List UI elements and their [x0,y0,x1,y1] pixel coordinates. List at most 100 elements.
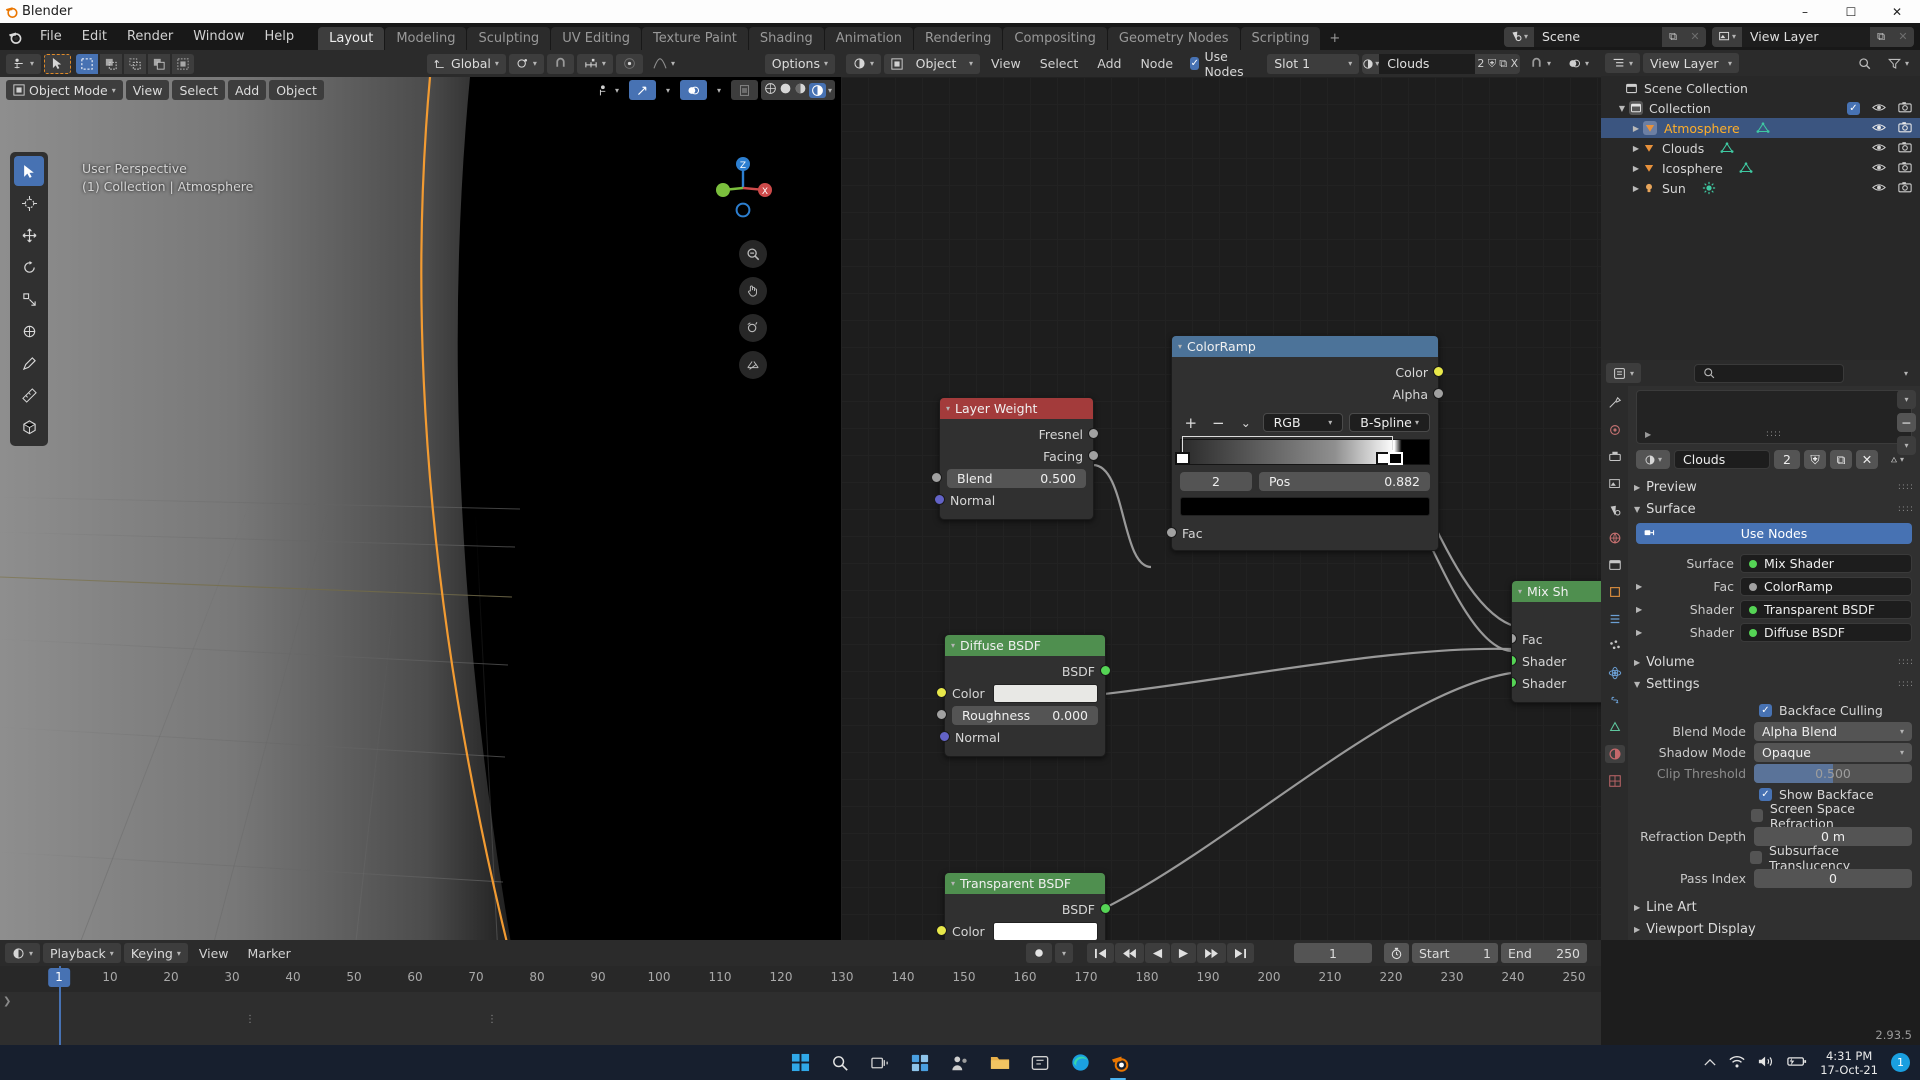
start-icon[interactable] [787,1050,813,1076]
viewlayer-selector[interactable]: ▾ View Layer ⧉ ✕ [1712,26,1914,47]
socket-mix-shader-1[interactable] [1512,655,1517,666]
grip-icon[interactable]: :::: [1898,657,1914,667]
wifi-icon[interactable] [1729,1055,1745,1071]
tab-geometry-nodes[interactable]: Geometry Nodes [1107,27,1240,50]
screen-space-refraction-checkbox[interactable] [1750,809,1763,822]
socket-mix-fac[interactable] [1512,633,1517,644]
shader1-value[interactable]: Transparent BSDF [1740,600,1912,619]
section-settings[interactable]: ▼ Settings :::: [1628,673,1920,695]
scene-unlink-button[interactable]: ✕ [1684,26,1706,47]
expand-icon[interactable]: ▼ [1615,104,1629,113]
jump-to-start-button[interactable] [1087,943,1114,963]
diffuse-color-swatch[interactable] [992,683,1098,703]
colorramp-menu-button[interactable]: ⌄ [1235,416,1257,430]
expand-icon[interactable]: ▶ [1629,164,1643,173]
proportional-falloff-selector[interactable]: ▾ [646,54,682,74]
menu-edit[interactable]: Edit [72,23,117,50]
menu-render[interactable]: Render [117,23,183,50]
node-transparent-bsdf[interactable]: ▾ Transparent BSDF BSDF Color [936,872,1111,940]
taskbar-clock[interactable]: 4:31 PM 17-Oct-21 [1820,1049,1878,1077]
select-intersect-icon[interactable] [172,53,195,74]
blender-icon[interactable] [1107,1050,1133,1080]
material-icon[interactable]: ▾ [1362,53,1380,74]
tab-rendering[interactable]: Rendering [914,27,1003,50]
section-preview[interactable]: ▶ Preview :::: [1628,476,1920,498]
select-extend-icon[interactable] [100,53,123,74]
shader2-value[interactable]: Diffuse BSDF [1740,623,1912,642]
hide-eye-icon[interactable] [1872,101,1886,116]
node-menu-add[interactable]: Add [1089,56,1129,71]
outliner-row-collection[interactable]: ▼ Collection ✓ [1601,98,1920,118]
node-collapse-icon[interactable]: ▾ [951,641,955,650]
viewport-menu-select[interactable]: Select [172,80,225,100]
tab-sculpting[interactable]: Sculpting [467,27,551,50]
blender-menu-icon[interactable] [0,23,30,50]
node-collapse-icon[interactable]: ▾ [951,879,955,888]
use-nodes-checkbox-box[interactable]: ✓ [1190,57,1200,70]
colorramp-add-button[interactable]: + [1180,414,1202,432]
slot-expand-icon[interactable]: ▶ [1645,430,1651,439]
tab-compositing[interactable]: Compositing [1003,27,1107,50]
play-button[interactable] [1171,943,1196,963]
properties-editor-type-selector[interactable]: ▾ [1606,363,1642,383]
node-collapse-icon[interactable]: ▾ [1518,587,1522,596]
tab-scene-icon[interactable] [1605,502,1625,520]
visibility-selector[interactable]: ▾ [591,80,626,100]
setting-subsurface-translucency[interactable]: Subsurface Translucency [1636,843,1912,873]
scene-name[interactable]: Scene [1534,26,1662,47]
transform-pivot-selector[interactable]: ▾ [6,53,42,74]
clip-threshold-slider[interactable]: 0.500 [1754,764,1912,783]
material-unlink-button[interactable]: ✕ [1856,450,1878,469]
timeline-menu-view[interactable]: View [191,946,237,961]
colorramp-interpolation[interactable]: B-Spline ▾ [1349,413,1430,432]
edge-icon[interactable] [1067,1050,1093,1076]
socket-fac-in[interactable] [1166,527,1177,538]
tab-animation[interactable]: Animation [824,27,913,50]
outliner-editor-type-selector[interactable]: ▾ [1605,53,1641,73]
select-box-icon[interactable] [76,53,99,74]
section-surface-arrow[interactable]: ▼ [1634,505,1640,514]
tab-world-icon[interactable] [1605,529,1625,547]
node-layer-weight[interactable]: ▾ Layer Weight Fresnel Facing Blend 0.50… [931,397,1099,520]
explorer-icon[interactable] [987,1050,1013,1076]
node-material-name[interactable]: Clouds [1379,53,1476,74]
select-subtract-icon[interactable] [124,53,147,74]
measure-tool[interactable] [14,380,44,410]
tab-particles-icon[interactable] [1605,637,1625,655]
node-menu-select[interactable]: Select [1032,56,1087,71]
chevron-up-icon[interactable] [1704,1056,1716,1070]
material-unlink-button[interactable]: X [1508,53,1520,74]
timeline-menu-marker[interactable]: Marker [240,946,299,961]
material-copy-button[interactable]: ⧉ [1830,450,1852,469]
expand-icon[interactable]: ▶ [1636,582,1650,591]
node-colorramp-header[interactable]: ▾ ColorRamp [1172,336,1438,357]
playhead-frame-label[interactable]: 1 [48,968,70,987]
notification-badge[interactable]: 1 [1891,1053,1910,1072]
scene-selector[interactable]: ▾ Scene ⧉ ✕ [1504,26,1706,47]
outliner-row-atmosphere[interactable]: ▶ Atmosphere [1601,118,1920,138]
disable-render-icon[interactable] [1898,141,1912,156]
menu-window[interactable]: Window [183,23,254,50]
tab-material-icon[interactable] [1604,745,1625,763]
shadow-mode-dropdown[interactable]: Opaque ▾ [1754,743,1912,762]
socket-fresnel[interactable] [1088,428,1099,439]
node-snap-toggle[interactable]: ▾ [1523,54,1558,74]
setting-backface-culling[interactable]: ✓ Backface Culling [1636,700,1912,721]
select-box-tool[interactable] [14,156,44,186]
search-icon[interactable] [827,1050,853,1076]
surface-value[interactable]: Mix Shader [1740,554,1912,573]
use-preview-range-button[interactable] [1384,943,1409,963]
expand-icon[interactable]: ▶ [1629,144,1643,153]
section-surface[interactable]: ▼ Surface :::: [1628,498,1920,520]
timeline-body[interactable] [0,992,1601,1045]
socket-normal[interactable] [934,494,945,505]
overlays-settings-selector[interactable]: ▾ [710,80,728,100]
zoom-icon[interactable] [739,240,767,268]
socket-bsdf-out[interactable] [1100,665,1111,676]
jump-to-end-button[interactable] [1227,943,1254,963]
tab-shading[interactable]: Shading [748,27,824,50]
backface-culling-checkbox[interactable]: ✓ [1759,704,1772,717]
material-name-field[interactable]: Clouds [1674,450,1770,469]
slot-grip-icon[interactable]: :::: [1766,429,1782,439]
viewlayer-name[interactable]: View Layer [1742,26,1870,47]
